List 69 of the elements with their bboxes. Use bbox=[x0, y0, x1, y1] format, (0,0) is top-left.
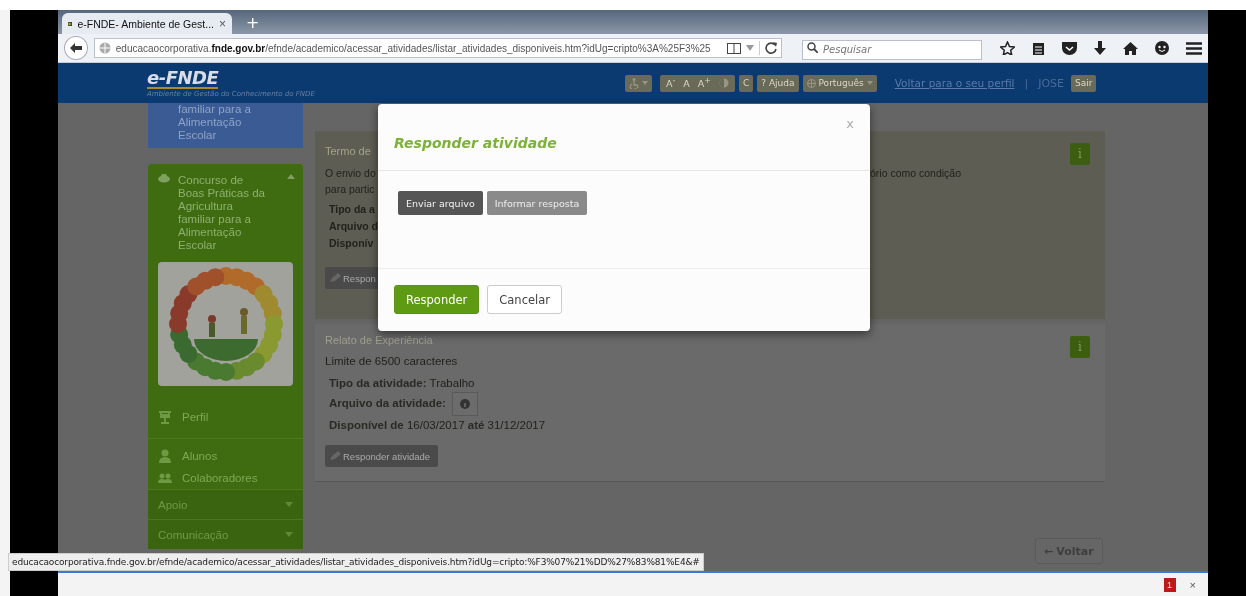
back-button[interactable] bbox=[64, 36, 88, 60]
field-label: Arquivo d bbox=[329, 220, 378, 232]
accessibility-button[interactable] bbox=[625, 74, 652, 92]
notification-badge[interactable]: 1 bbox=[1163, 577, 1176, 592]
dropdown-caret-icon[interactable] bbox=[746, 45, 754, 51]
reset-button[interactable]: C bbox=[739, 74, 754, 92]
star-icon[interactable] bbox=[1000, 41, 1015, 55]
info-button[interactable]: i bbox=[1070, 143, 1090, 165]
cancel-button[interactable]: Cancelar bbox=[487, 285, 562, 314]
sidebar-item[interactable]: familiar para a Alimentação Escolar bbox=[148, 103, 303, 148]
wheelchair-icon bbox=[629, 77, 639, 89]
person-icon bbox=[158, 449, 172, 463]
globe-icon bbox=[98, 42, 111, 54]
language-button[interactable]: Português bbox=[802, 74, 877, 92]
reload-icon[interactable] bbox=[765, 42, 777, 54]
status-url: educacaocorporativa.fnde.gov.br/efnde/academico/acessar_atividades/listar_atividades_disponiveis.htm?idUg=cripto:%F3%07%21%DD%27%83%81%E4&# bbox=[8, 553, 704, 571]
font-size-button[interactable]: A bbox=[683, 77, 690, 89]
help-button[interactable]: ? Ajuda bbox=[757, 74, 799, 92]
card-title: Termo de bbox=[325, 145, 371, 157]
back-arrow-icon bbox=[69, 43, 82, 53]
reader-icon[interactable] bbox=[727, 42, 741, 54]
sidebar-link[interactable]: Colaboradores bbox=[182, 472, 258, 484]
download-icon[interactable] bbox=[1094, 41, 1106, 55]
clipboard-icon[interactable] bbox=[1032, 41, 1045, 55]
new-tab-button[interactable]: + bbox=[246, 14, 260, 32]
pencil-icon bbox=[329, 451, 341, 461]
close-button[interactable]: x bbox=[846, 116, 854, 132]
respond-button[interactable]: Responder atividade bbox=[325, 445, 439, 467]
field-label: Tipo da a bbox=[329, 203, 375, 215]
globe-icon bbox=[806, 78, 816, 88]
home-icon[interactable] bbox=[1123, 41, 1138, 55]
font-size-button[interactable]: A$^{+}$ bbox=[697, 76, 711, 90]
browser-tab[interactable]: e-FNDE- Ambiente de Gest... × bbox=[62, 13, 232, 34]
logout-button[interactable]: Sair bbox=[1071, 74, 1097, 92]
answer-tab[interactable]: Informar resposta bbox=[486, 191, 588, 215]
pencil-icon bbox=[329, 273, 341, 283]
field-label: Arquivo da atividade: bbox=[329, 397, 446, 410]
search-icon bbox=[807, 42, 818, 53]
info-circle-icon bbox=[459, 399, 470, 409]
availability-text: Disponível de 16/03/2017 até 31/12/2017 bbox=[329, 419, 547, 431]
sidebar-link[interactable]: Perfil bbox=[182, 411, 209, 423]
field-label: Disponív bbox=[329, 237, 374, 249]
site-logo[interactable]: e-FNDE bbox=[147, 68, 219, 89]
tab-close-button[interactable]: × bbox=[219, 16, 226, 31]
user-name: JOSE bbox=[1038, 76, 1065, 90]
sidebar-link[interactable]: Alunos bbox=[182, 450, 218, 462]
answer-tab[interactable]: Enviar arquivo bbox=[398, 191, 483, 215]
submit-button[interactable]: Responder bbox=[394, 285, 480, 314]
card-text: Limite de 6500 caracteres bbox=[325, 354, 458, 369]
font-size-button[interactable]: A$^{-}$ bbox=[666, 76, 676, 90]
info-button[interactable]: i bbox=[1070, 336, 1090, 358]
modal-title: Responder atividade bbox=[394, 135, 557, 153]
activity-type: Tipo da atividade: Trabalho bbox=[329, 377, 476, 389]
menu-icon[interactable] bbox=[1186, 41, 1202, 55]
people-icon bbox=[158, 471, 172, 485]
url-text: educacaocorporativa.fnde.gov.br/efnde/academico/acessar_atividades/listar_atividades_disponiveis.htm?idUg=cripto%3A%25F3%25 bbox=[115, 42, 712, 54]
caret-icon bbox=[642, 81, 648, 85]
chat-icon[interactable] bbox=[1155, 41, 1169, 55]
sidebar-section-title[interactable]: Concurso de Boas Práticas da Agricultura familiar para a Alimentação Escolar bbox=[178, 174, 269, 252]
pocket-icon[interactable] bbox=[1062, 41, 1077, 55]
profile-link[interactable]: Voltar para o seu perfil bbox=[894, 77, 1015, 89]
close-button[interactable]: × bbox=[1189, 578, 1196, 591]
tab-title: e-FNDE- Ambiente de Gest... bbox=[77, 17, 214, 30]
caret-icon bbox=[866, 81, 873, 85]
address-field[interactable]: educacaocorporativa.fnde.gov.br/efnde/academico/acessar_atividades/listar_atividades_disponiveis.htm?idUg=cripto%3A%25F3%25 bbox=[93, 38, 782, 58]
file-button[interactable] bbox=[451, 392, 478, 416]
search-field[interactable]: Pesquisar bbox=[802, 39, 982, 60]
card-text: O envio do bbox=[325, 166, 377, 181]
separator-text: | bbox=[1024, 76, 1029, 90]
